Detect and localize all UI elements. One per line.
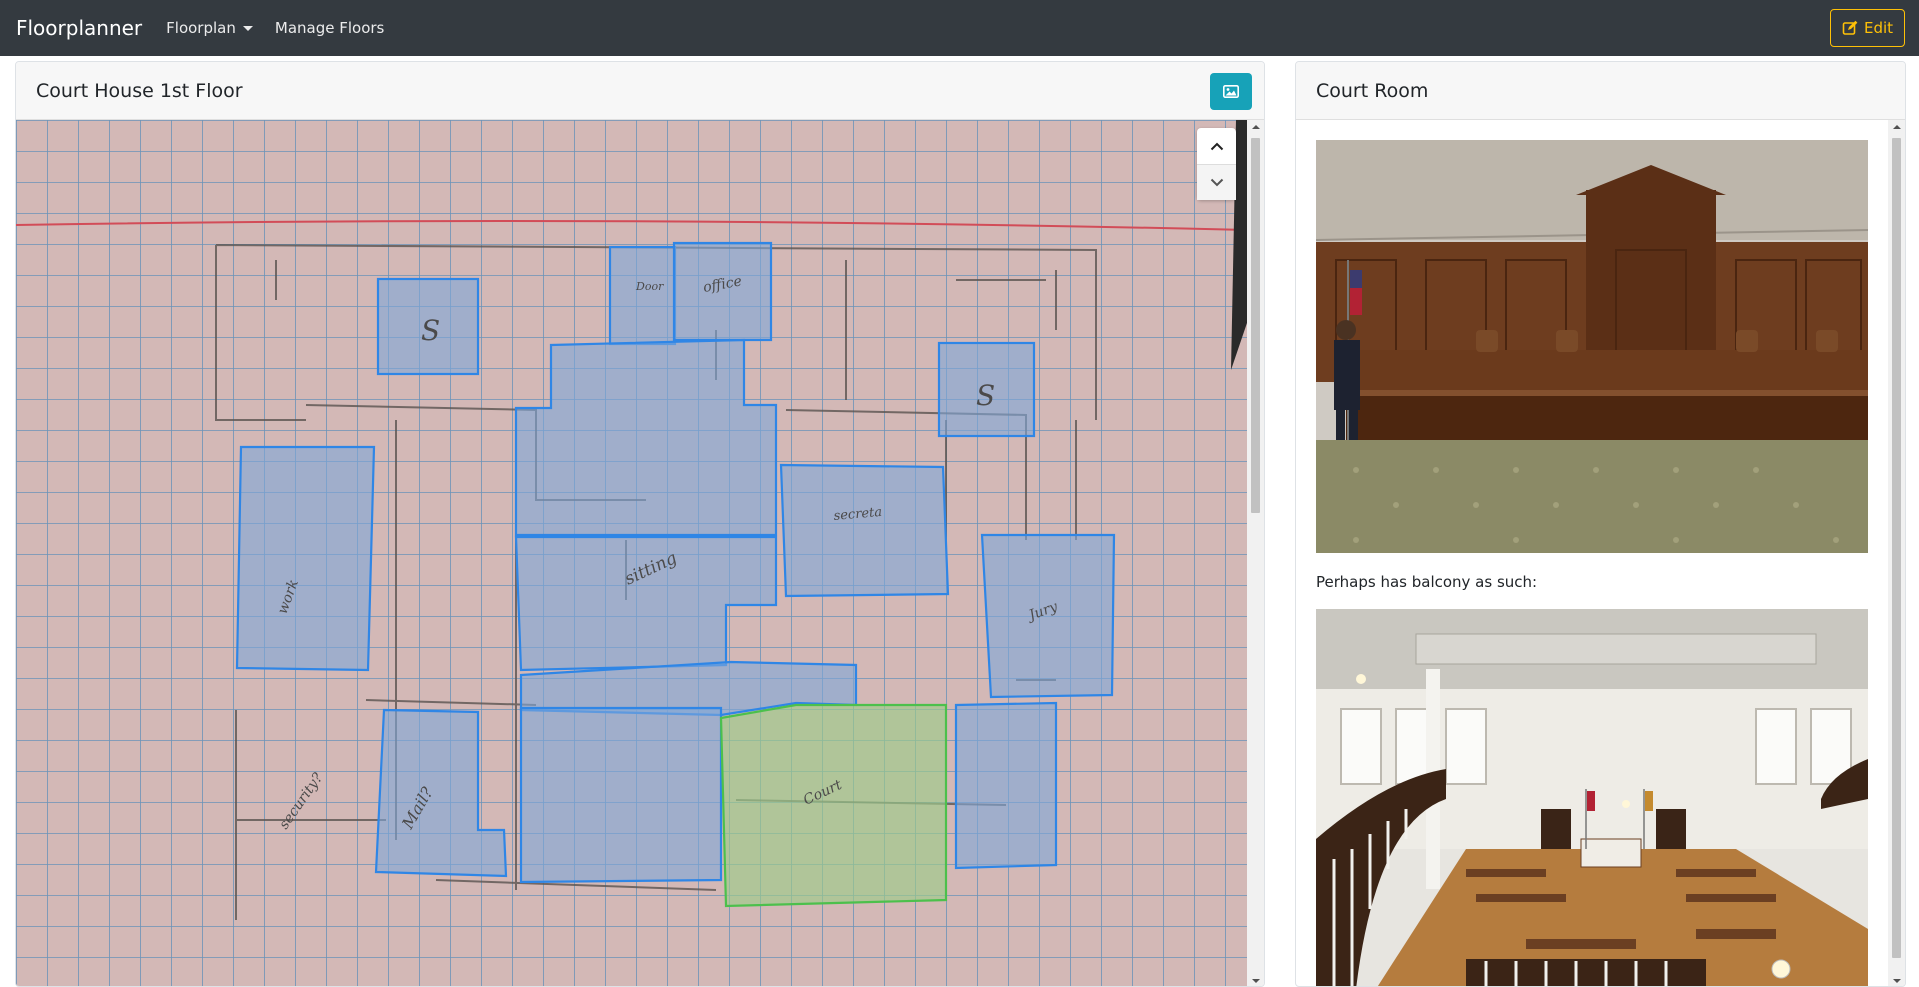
floorplan-scrollbar[interactable] (1247, 120, 1264, 986)
scroll-down-arrow-icon[interactable] (1252, 979, 1260, 983)
scroll-thumb[interactable] (1251, 138, 1260, 513)
room-title: Court Room (1316, 79, 1429, 102)
edit-icon (1842, 20, 1858, 35)
edit-button[interactable]: Edit (1830, 9, 1905, 47)
floorplan-image: S S Door office sitting secreta Jury wor… (16, 120, 1248, 986)
chevron-down-icon (1210, 178, 1223, 187)
room-details-body: Perhaps has balcony as such: (1296, 120, 1890, 986)
courtroom-photo (1316, 140, 1868, 553)
room-details-card: Court Room Perhaps has balcony as such: (1295, 61, 1906, 987)
sketch-label-s2: S (976, 379, 995, 412)
floorplan-canvas[interactable]: S S Door office sitting secreta Jury wor… (16, 120, 1248, 986)
image-icon (1223, 85, 1239, 98)
floorplan-dropdown-label: Floorplan (166, 19, 236, 37)
zoom-in-button[interactable] (1197, 128, 1236, 164)
brand-logo[interactable]: Floorplanner (16, 16, 142, 40)
scroll-down-arrow-icon[interactable] (1893, 979, 1901, 983)
zoom-controls (1197, 128, 1236, 200)
zoom-out-button[interactable] (1197, 164, 1236, 200)
edit-button-label: Edit (1863, 19, 1894, 37)
floorplan-card-header: Court House 1st Floor (16, 62, 1264, 120)
floorplan-card: Court House 1st Floor S S Door office si… (15, 61, 1265, 987)
sketch-label-s1: S (421, 314, 440, 347)
scroll-up-arrow-icon[interactable] (1252, 125, 1260, 129)
room-caption: Perhaps has balcony as such: (1316, 573, 1538, 591)
scroll-up-arrow-icon[interactable] (1893, 125, 1901, 129)
change-image-button[interactable] (1210, 73, 1252, 110)
chevron-up-icon (1210, 142, 1223, 150)
balcony-photo (1316, 609, 1868, 986)
room-scrollbar[interactable] (1888, 120, 1905, 986)
scroll-thumb[interactable] (1892, 138, 1901, 958)
sketch-label-door: Door (635, 280, 664, 293)
floorplan-dropdown[interactable]: Floorplan (166, 19, 253, 37)
caret-down-icon (242, 25, 253, 31)
floor-title: Court House 1st Floor (36, 79, 243, 102)
manage-floors-link[interactable]: Manage Floors (275, 19, 384, 37)
top-navbar: Floorplanner Floorplan Manage Floors Edi… (0, 0, 1919, 56)
room-card-header: Court Room (1296, 62, 1905, 120)
